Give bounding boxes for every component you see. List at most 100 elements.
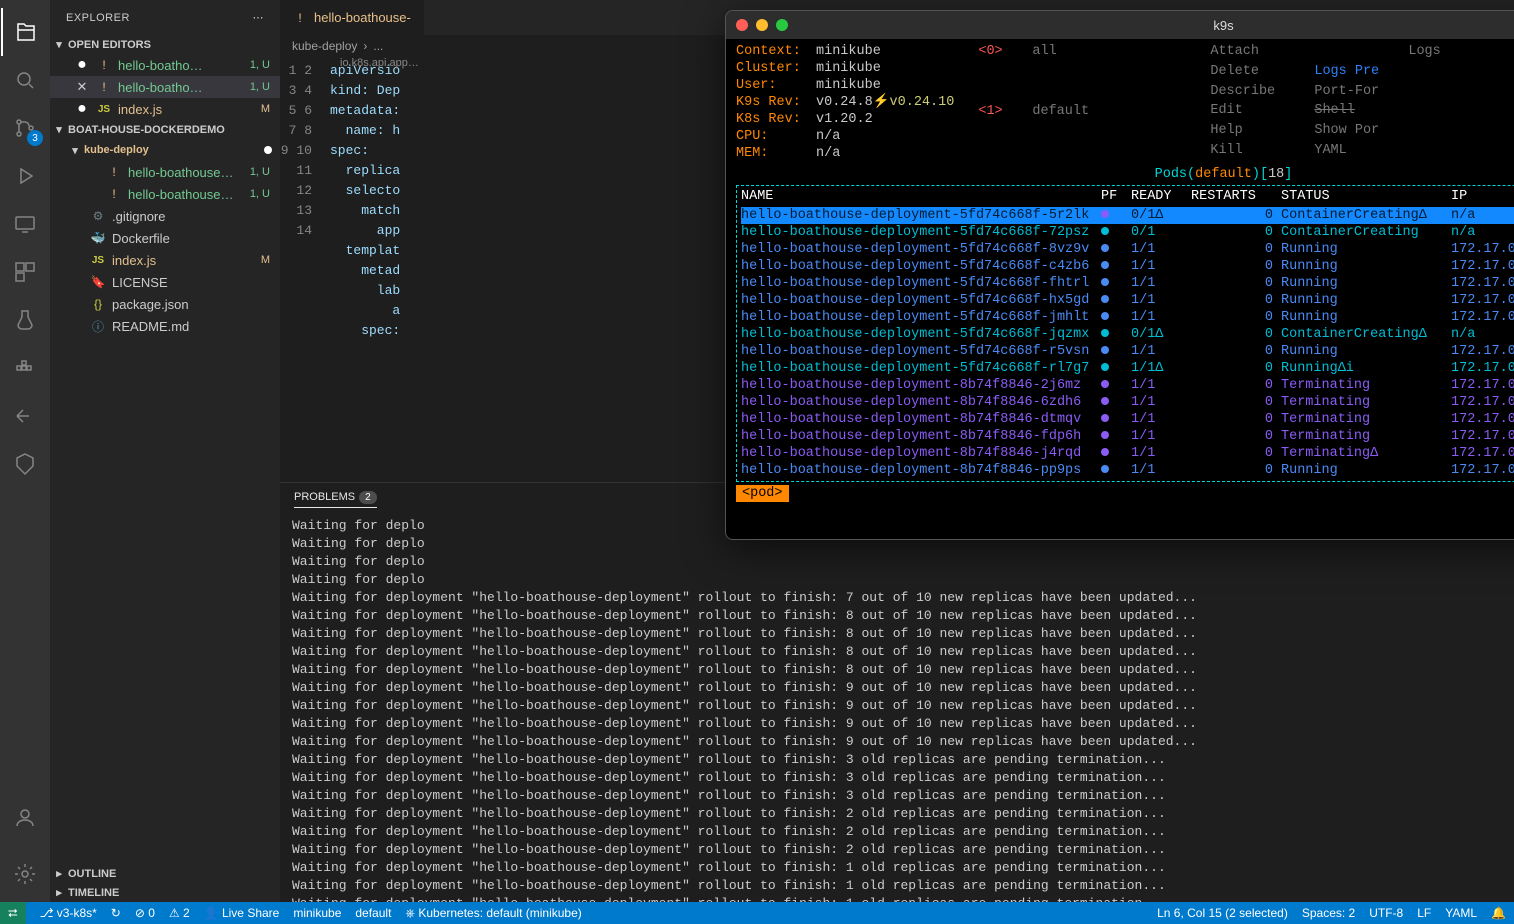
- pod-row[interactable]: hello-boathouse-deployment-5fd74c668f-72…: [741, 224, 1514, 241]
- pod-row[interactable]: hello-boathouse-deployment-8b74f8846-fdp…: [741, 428, 1514, 445]
- open-editor-item[interactable]: ●!hello-boatho…1, U: [50, 54, 280, 76]
- remote-indicator[interactable]: ⮂: [0, 902, 26, 924]
- extensions-icon[interactable]: [1, 248, 49, 296]
- pod-row[interactable]: hello-boathouse-deployment-5fd74c668f-r5…: [741, 343, 1514, 360]
- settings-icon[interactable]: [1, 850, 49, 898]
- context-indicator[interactable]: minikube: [293, 906, 341, 920]
- file-name: package.json: [112, 297, 189, 312]
- traffic-lights[interactable]: [736, 19, 788, 31]
- file-name: index.js: [112, 253, 156, 268]
- yaml-icon: !: [292, 10, 308, 26]
- pod-row[interactable]: hello-boathouse-deployment-8b74f8846-2j6…: [741, 377, 1514, 394]
- errors-count[interactable]: ⊘ 0: [135, 906, 155, 920]
- pod-row[interactable]: hello-boathouse-deployment-5fd74c668f-rl…: [741, 360, 1514, 377]
- tree-file[interactable]: ⚙.gitignore: [50, 205, 280, 227]
- tree-file[interactable]: ⓘ README.md: [50, 315, 280, 337]
- outline-section[interactable]: OUTLINE: [50, 864, 280, 883]
- file-name: LICENSE: [112, 275, 168, 290]
- close-icon[interactable]: [736, 19, 748, 31]
- dirty-indicator: ●: [74, 60, 90, 70]
- file-name: README.md: [112, 319, 189, 334]
- file-name: index.js: [118, 102, 162, 117]
- explorer-icon[interactable]: [1, 8, 49, 56]
- pod-row[interactable]: hello-boathouse-deployment-8b74f8846-pp9…: [741, 462, 1514, 479]
- info-icon: ⓘ: [90, 318, 106, 334]
- maximize-icon[interactable]: [776, 19, 788, 31]
- pod-row[interactable]: hello-boathouse-deployment-5fd74c668f-8v…: [741, 241, 1514, 258]
- k9s-window: k9s ⌥⌘3 ____ __ ________ | |/ / __ \____…: [725, 10, 1514, 540]
- pods-table[interactable]: NAMEPFREADYRESTARTSSTATUSIPNODEAGE hello…: [736, 185, 1514, 482]
- cursor-position[interactable]: Ln 6, Col 15 (2 selected): [1157, 906, 1288, 920]
- encoding-indicator[interactable]: UTF-8: [1369, 906, 1403, 920]
- timeline-section[interactable]: TIMELINE: [50, 883, 280, 902]
- live-share-icon[interactable]: [1, 392, 49, 440]
- bottom-panel: PROBLEMS2 Waiting for deplo Waiting for …: [280, 482, 1514, 902]
- file-status: 1, U: [250, 81, 270, 93]
- k9s-titlebar[interactable]: k9s ⌥⌘3: [726, 11, 1514, 39]
- kubernetes-icon[interactable]: [1, 440, 49, 488]
- scm-icon[interactable]: 3: [1, 104, 49, 152]
- tree-file[interactable]: {} package.json: [50, 293, 280, 315]
- language-indicator[interactable]: YAML: [1445, 906, 1477, 920]
- pod-row[interactable]: hello-boathouse-deployment-8b74f8846-j4r…: [741, 445, 1514, 462]
- accounts-icon[interactable]: [1, 794, 49, 842]
- tree-file[interactable]: JS index.js M: [50, 249, 280, 271]
- problems-tab[interactable]: PROBLEMS2: [294, 491, 377, 508]
- pod-row[interactable]: hello-boathouse-deployment-5fd74c668f-fh…: [741, 275, 1514, 292]
- workspace-section[interactable]: BOAT-HOUSE-DOCKERDEMO: [50, 120, 280, 139]
- testing-icon[interactable]: [1, 296, 49, 344]
- tree-file[interactable]: !hello-boathouse…1, U: [50, 161, 280, 183]
- pod-row[interactable]: hello-boathouse-deployment-5fd74c668f-c4…: [741, 258, 1514, 275]
- tree-file[interactable]: 🐳Dockerfile: [50, 227, 280, 249]
- file-status: M: [261, 254, 270, 266]
- table-header: NAMEPFREADYRESTARTSSTATUSIPNODEAGE: [741, 186, 1514, 207]
- pod-row[interactable]: hello-boathouse-deployment-8b74f8846-6zd…: [741, 394, 1514, 411]
- indent-indicator[interactable]: Spaces: 2: [1302, 906, 1355, 920]
- live-share-button[interactable]: 👤 Live Share: [204, 906, 280, 920]
- namespace-indicator[interactable]: default: [355, 906, 391, 920]
- minimize-icon[interactable]: [756, 19, 768, 31]
- search-icon[interactable]: [1, 56, 49, 104]
- file-name: hello-boathouse…: [128, 165, 234, 180]
- yaml-icon: !: [96, 79, 112, 95]
- sync-button[interactable]: ↻: [111, 906, 121, 920]
- explorer-sidebar: EXPLORER ⋯ OPEN EDITORS ●!hello-boatho…1…: [50, 0, 280, 902]
- tree-file[interactable]: 🔖LICENSE: [50, 271, 280, 293]
- folder-modified-dot: [264, 146, 272, 154]
- kubernetes-indicator[interactable]: ⎈ Kubernetes: default (minikube): [405, 906, 581, 921]
- tree-file[interactable]: !hello-boathouse…1, U: [50, 183, 280, 205]
- editor-tab[interactable]: ! hello-boathouse-: [280, 0, 424, 35]
- js-icon: JS: [90, 252, 106, 268]
- docker-icon[interactable]: [1, 344, 49, 392]
- json-icon: {}: [90, 296, 106, 312]
- pod-row[interactable]: hello-boathouse-deployment-8b74f8846-dtm…: [741, 411, 1514, 428]
- pod-row[interactable]: hello-boathouse-deployment-5fd74c668f-jq…: [741, 326, 1514, 343]
- gear-icon: ⚙: [90, 208, 106, 224]
- file-status: 1, U: [250, 188, 270, 200]
- notifications-icon[interactable]: 🔔: [1491, 906, 1506, 920]
- pod-row[interactable]: hello-boathouse-deployment-5fd74c668f-jm…: [741, 309, 1514, 326]
- open-editor-item[interactable]: ✕!hello-boatho…1, U: [50, 76, 280, 98]
- terminal-output[interactable]: Waiting for deplo Waiting for deplo Wait…: [280, 515, 1514, 902]
- open-editor-item[interactable]: ●JSindex.jsM: [50, 98, 280, 120]
- k9s-prompt[interactable]: <pod>: [736, 485, 789, 502]
- debug-icon[interactable]: [1, 152, 49, 200]
- sidebar-more-icon[interactable]: ⋯: [253, 11, 265, 24]
- open-editors-section[interactable]: OPEN EDITORS: [50, 35, 280, 54]
- pod-row[interactable]: hello-boathouse-deployment-5fd74c668f-hx…: [741, 292, 1514, 309]
- tab-title: hello-boathouse-: [314, 10, 411, 25]
- editor-area: ! hello-boathouse- kube-deploy›... io.k8…: [280, 0, 1514, 902]
- docker-icon: 🐳: [90, 230, 106, 246]
- pod-row[interactable]: hello-boathouse-deployment-5fd74c668f-5r…: [741, 207, 1514, 224]
- sidebar-title: EXPLORER: [66, 12, 130, 24]
- window-title: k9s: [1213, 18, 1233, 33]
- branch-indicator[interactable]: ⎇ v3-k8s*: [40, 906, 97, 920]
- yaml-icon: !: [106, 186, 122, 202]
- warnings-count[interactable]: ⚠ 2: [169, 906, 190, 920]
- close-icon[interactable]: ✕: [74, 79, 90, 95]
- folder-kube-deploy[interactable]: kube-deploy: [50, 139, 280, 161]
- eol-indicator[interactable]: LF: [1417, 906, 1431, 920]
- line-numbers: 1 2 3 4 5 6 7 8 9 10 11 12 13 14: [280, 57, 330, 482]
- yaml-icon: !: [106, 164, 122, 180]
- remote-explorer-icon[interactable]: [1, 200, 49, 248]
